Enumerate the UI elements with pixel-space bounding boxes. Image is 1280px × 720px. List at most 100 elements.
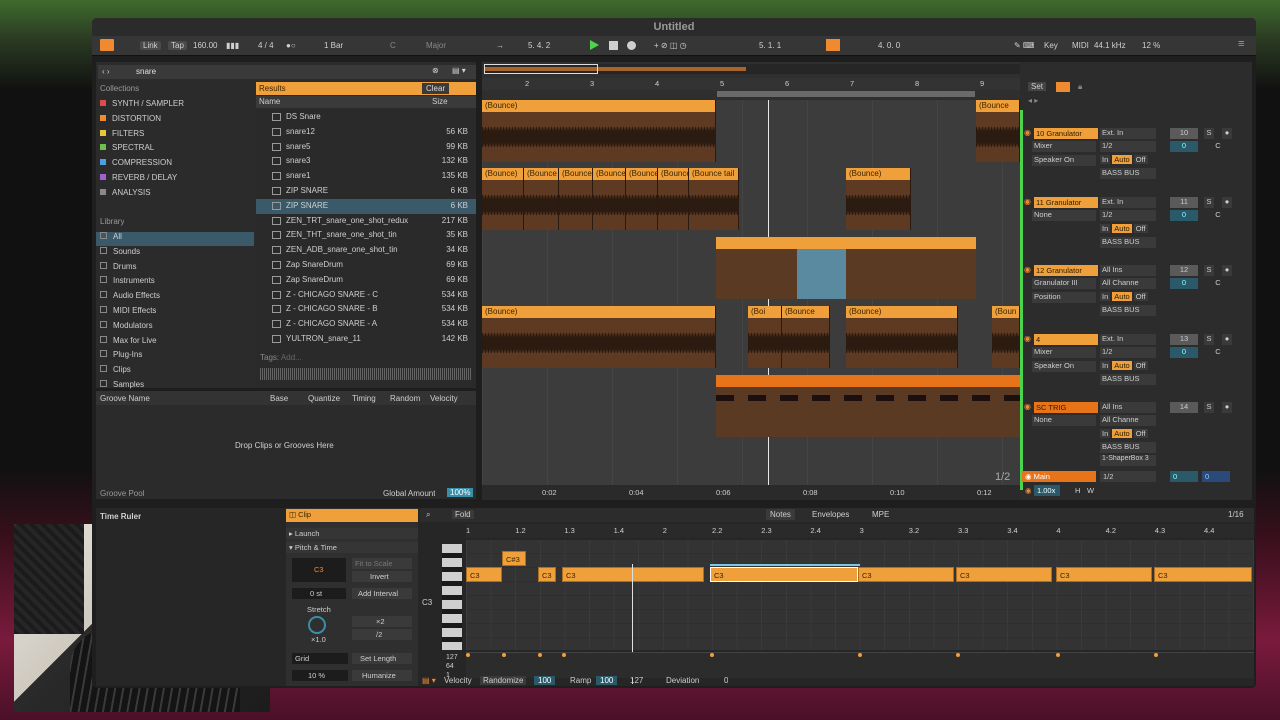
track-volume[interactable]: 0 [1170,141,1198,152]
monitor-off[interactable]: Off [1133,223,1148,233]
global-amount-value[interactable]: 100% [447,488,474,497]
loop-start-field[interactable]: 5. 1. 1 [759,41,781,50]
midi-note[interactable]: C3 [1154,567,1252,582]
draw-mode-icon[interactable]: ✎ ⌨ [1014,41,1034,50]
track-output[interactable]: BASS BUS [1100,236,1156,248]
track-output[interactable]: BASS BUS [1100,305,1156,316]
collection-item[interactable]: DISTORTION [100,114,161,128]
piano-keys[interactable] [442,544,462,650]
live-logo-icon[interactable] [100,39,114,51]
track-fold-icon[interactable]: ◉ [1024,402,1031,411]
track-nav-icon[interactable]: ◂ ▸ [1028,96,1038,105]
arrangement-clip[interactable]: (Bounce) [482,100,716,162]
device-param-select[interactable]: Position [1032,292,1096,303]
track-pan[interactable]: C [1204,278,1232,289]
randomize-button[interactable]: Randomize [480,676,527,685]
device-select[interactable]: Mixer [1032,141,1096,152]
solo-icon[interactable]: S [1204,333,1214,345]
halve-button[interactable]: /2 [352,629,412,640]
note-grid[interactable]: C3 C#3 C3 C3 C3 C3 C3 C3 C3 [466,540,1254,650]
preview-waveform[interactable] [260,368,472,380]
library-item[interactable]: MIDI Effects [96,306,254,320]
overview-strip[interactable] [484,64,1020,74]
track-input-channel[interactable]: All Channe [1100,278,1156,289]
result-row[interactable]: snare3 132 KB [256,154,476,169]
stop-icon[interactable] [609,41,618,50]
track-name[interactable]: 12 Granulator [1034,265,1098,276]
velocity-marker[interactable] [466,653,470,657]
arrangement-clip[interactable]: (Bounce [559,168,593,230]
velocity-marker[interactable] [858,653,862,657]
arm-icon[interactable]: ● [1222,265,1232,276]
root-note-field[interactable]: C3 [292,558,346,582]
tempo-field[interactable]: 160.00 [193,41,217,50]
arrangement-clip[interactable]: (Bounce) [482,168,524,230]
key-map-button[interactable]: Key [1044,41,1058,50]
track-input-type[interactable]: All Ins [1100,265,1156,276]
monitor-auto[interactable]: Auto [1112,223,1132,233]
metronome-icon[interactable]: ●○ [286,41,296,50]
track-pan[interactable]: C [1204,210,1232,221]
tap-button[interactable]: Tap [168,41,187,50]
arm-icon[interactable]: ● [1222,333,1232,345]
collection-item[interactable]: REVERB / DELAY [100,173,177,187]
lock-icon[interactable]: 🔒︎ [1078,82,1082,92]
arrangement-clip[interactable]: (Boun [992,306,1020,368]
track-input-channel[interactable]: 1/2 [1100,346,1156,358]
position-field[interactable]: 5. 4. 2 [528,41,550,50]
main-output[interactable]: 1/2 [1100,471,1156,482]
col-size[interactable]: Size [432,96,448,108]
arrangement-clip[interactable]: (Bounce) [846,168,911,230]
result-row[interactable]: Z - CHICAGO SNARE - A 534 KB [256,317,476,332]
track-input-channel[interactable]: 1/2 [1100,141,1156,152]
track-fold-icon[interactable]: ◉ [1024,334,1031,343]
arm-icon[interactable]: ● [1222,402,1232,413]
notes-tab[interactable]: Notes [766,509,795,520]
groove-column-header[interactable]: Base [270,394,288,403]
main-speed[interactable]: 1.00x [1034,485,1060,496]
midi-note[interactable]: C3 [562,567,704,582]
track-number[interactable]: 14 [1170,402,1198,413]
device-param-select[interactable]: Speaker On [1032,360,1096,372]
note-ruler[interactable]: 1 1.2 1.3 1.4 2 2.2 2.3 2.4 3 3.2 3.3 3.4 4 4.2 4.3 4.4 [466,524,1254,538]
add-interval-button[interactable]: Add Interval [352,588,412,599]
result-row[interactable]: ZIP SNARE 6 KB [256,184,476,199]
arrangement-clip[interactable]: (Bounce [976,100,1020,162]
clear-search-icon[interactable]: ⊗ [432,66,439,75]
main-h-button[interactable]: H [1072,485,1080,496]
arrangement-clip[interactable]: (Bounce tail [689,168,739,230]
track-output[interactable]: BASS BUS [1100,168,1156,179]
velocity-marker[interactable] [562,653,566,657]
library-item[interactable]: Max for Live [96,335,254,350]
velocity-marker[interactable] [710,653,714,657]
granulator-clip-bar[interactable] [716,237,976,249]
track-volume[interactable]: 0 [1170,346,1198,358]
monitor-in[interactable]: In [1100,223,1111,233]
result-row[interactable]: Z - CHICAGO SNARE - C 534 KB [256,288,476,303]
track-fold-icon[interactable]: ◉ [1024,128,1031,137]
monitor-off[interactable]: Off [1133,429,1148,438]
link-button[interactable]: Link [140,41,161,50]
stretch-knob-icon[interactable] [308,616,326,634]
metronome-bars-icon[interactable]: ▮▮▮ [226,41,239,50]
device-select[interactable]: None [1032,415,1096,426]
groove-column-header[interactable]: Quantize [308,394,340,403]
monitor-off[interactable]: Off [1133,155,1148,164]
randomize-value[interactable]: 100 [534,676,556,685]
arrangement-clip[interactable]: (Bounce) [846,306,958,368]
velocity-lane[interactable] [466,652,1254,678]
humanize-value[interactable]: 10 % [292,670,348,681]
track-output[interactable]: BASS BUS [1100,442,1156,453]
midi-note[interactable]: C3 [538,567,556,582]
monitor-in[interactable]: In [1100,292,1111,301]
solo-icon[interactable]: S [1204,265,1214,276]
groove-column-header[interactable]: Random [390,394,420,403]
midi-note[interactable]: C3 [466,567,502,582]
velocity-fold-icon[interactable]: ▤ ▾ [422,676,436,685]
result-row[interactable]: ZEN_THT_snare_one_shot_tin 35 KB [256,228,476,243]
main-volume[interactable]: 0 [1170,471,1198,482]
track-input-type[interactable]: Ext. In [1100,128,1156,139]
set-length-button[interactable]: Set Length [352,653,412,664]
collection-item[interactable]: ANALYSIS [100,188,151,202]
search-icon[interactable]: ⌕ [426,510,430,520]
